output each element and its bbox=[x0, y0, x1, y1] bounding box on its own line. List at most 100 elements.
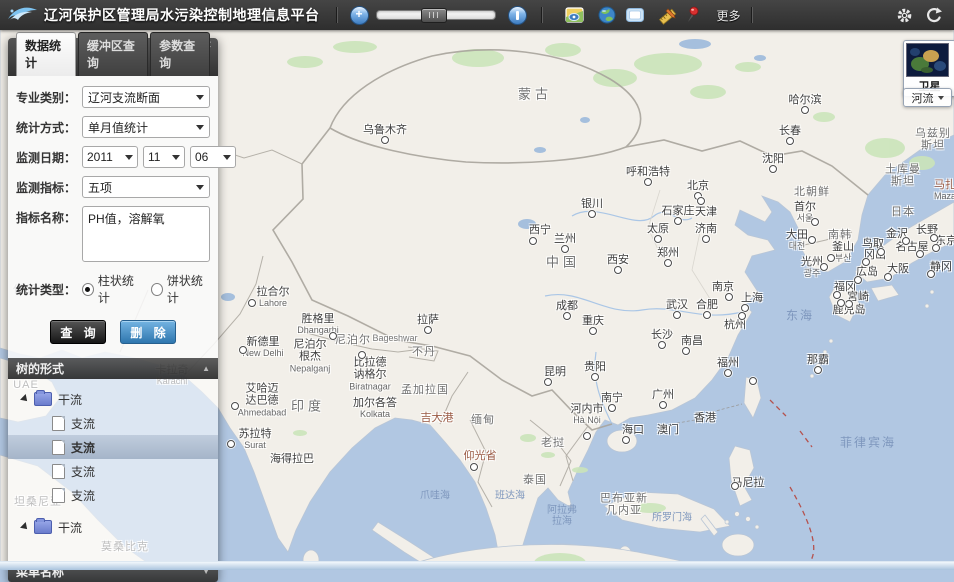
map-label: 澳门 bbox=[657, 424, 679, 436]
map-label: 石家庄 bbox=[662, 205, 695, 217]
page-title: 辽河保护区管理局水污染控制地理信息平台 bbox=[44, 5, 320, 25]
map-label: 上海 bbox=[741, 292, 763, 304]
map-label: 兰州 bbox=[554, 233, 576, 245]
map-label: 太原 bbox=[647, 223, 669, 235]
tab-1[interactable]: 数据统计 bbox=[16, 32, 76, 76]
map-label: 昆明 bbox=[544, 366, 566, 378]
query-button[interactable]: 查 询 bbox=[50, 320, 106, 344]
form-buttons: 查 询 删 除 bbox=[16, 320, 210, 344]
city-marker bbox=[801, 106, 809, 114]
chevron-down-icon bbox=[196, 185, 204, 190]
stat-type-label: 统计类型： bbox=[16, 281, 82, 298]
panel-form: 专业类别： 辽河支流断面 统计方式： 单月值统计 监测日期： 2011 11 0… bbox=[8, 76, 218, 358]
city-marker bbox=[814, 366, 822, 374]
city-marker bbox=[932, 244, 940, 252]
city-marker bbox=[725, 293, 733, 301]
globe-icon[interactable] bbox=[597, 5, 617, 25]
city-marker bbox=[544, 378, 552, 386]
expand-triangle-icon[interactable] bbox=[20, 394, 30, 404]
map-label: 拉合尔Lahore bbox=[257, 286, 290, 308]
year-select[interactable]: 2011 bbox=[82, 146, 138, 168]
map-label: 孟加拉国 bbox=[401, 384, 449, 396]
map-label: 吉大港 bbox=[421, 412, 454, 424]
tree-item[interactable]: 干流 bbox=[8, 387, 218, 411]
delete-button[interactable]: 删 除 bbox=[120, 320, 176, 344]
expand-triangle-icon[interactable] bbox=[20, 522, 30, 532]
map-label: 呼和浩特 bbox=[626, 166, 670, 178]
tab-2[interactable]: 缓冲区查询 bbox=[78, 32, 148, 76]
month-select[interactable]: 11 bbox=[143, 146, 185, 168]
map-label: 沈阳 bbox=[762, 153, 784, 165]
map-label: 广州 bbox=[652, 389, 674, 401]
zoom-slider[interactable] bbox=[376, 10, 496, 20]
tree-section-header[interactable]: 树的形式 ▲ bbox=[8, 358, 218, 379]
tab-3[interactable]: 参数查询 bbox=[150, 32, 210, 76]
collapse-up-icon: ▲ bbox=[202, 364, 210, 373]
rivers-layer-label: 河流 bbox=[912, 90, 934, 106]
document-icon bbox=[52, 440, 65, 455]
map-label: 印度 bbox=[291, 400, 325, 415]
gear-icon[interactable] bbox=[894, 5, 914, 25]
map-label: 阿拉弗拉海 bbox=[547, 505, 577, 527]
indicator-count-label: 监测指标： bbox=[16, 179, 82, 196]
city-marker bbox=[916, 250, 924, 258]
zoom-slider-thumb[interactable] bbox=[421, 8, 447, 23]
category-value: 辽河支流断面 bbox=[88, 89, 160, 106]
city-marker bbox=[591, 373, 599, 381]
zoom-in-button[interactable]: + bbox=[350, 6, 369, 25]
map-label: 银川 bbox=[581, 198, 603, 210]
city-marker bbox=[329, 332, 337, 340]
map-label: 拉萨 bbox=[417, 314, 439, 326]
form-row-indicator-names: 指标名称： PH值，溶解氧 bbox=[16, 206, 210, 262]
city-marker bbox=[927, 270, 935, 278]
date-selects: 2011 11 06 bbox=[82, 146, 236, 168]
map-label: 南京 bbox=[712, 281, 734, 293]
form-row-category: 专业类别： 辽河支流断面 bbox=[16, 86, 210, 108]
map-label: 尼泊尔 bbox=[335, 334, 371, 346]
stat-method-select[interactable]: 单月值统计 bbox=[82, 116, 210, 138]
rivers-layer-button[interactable]: 河流 bbox=[903, 88, 952, 107]
day-select[interactable]: 06 bbox=[190, 146, 236, 168]
tree-item[interactable]: 支流 bbox=[8, 483, 218, 507]
map-label: 福州 bbox=[717, 357, 739, 369]
year-value: 2011 bbox=[87, 150, 113, 164]
map-label: 尼泊尔根杰Nepalganj bbox=[290, 339, 331, 374]
map-label: 长春 bbox=[779, 125, 801, 137]
map-label: 所罗门海 bbox=[652, 512, 692, 523]
city-marker bbox=[820, 263, 828, 271]
map-label: 北朝鲜 bbox=[794, 186, 830, 198]
city-marker bbox=[470, 463, 478, 471]
map-label: 苏拉特Surat bbox=[239, 428, 272, 450]
tree-item[interactable]: 支流 bbox=[8, 459, 218, 483]
category-select[interactable]: 辽河支流断面 bbox=[82, 86, 210, 108]
zoom-full-extent-button[interactable] bbox=[508, 6, 527, 25]
more-menu[interactable]: 更多 bbox=[717, 7, 741, 24]
tree-item[interactable]: 支流 bbox=[8, 435, 218, 459]
city-marker bbox=[658, 341, 666, 349]
pushpin-icon[interactable] bbox=[683, 5, 703, 25]
map-label: 新德里New Delhi bbox=[242, 336, 283, 358]
map-label: 菲律宾海 bbox=[840, 436, 896, 449]
chevron-down-icon bbox=[172, 155, 180, 160]
radio-unselected-icon[interactable] bbox=[151, 283, 163, 296]
logout-icon[interactable] bbox=[924, 5, 944, 25]
screen-icon[interactable] bbox=[625, 5, 645, 25]
radio-selected-icon[interactable] bbox=[82, 283, 94, 296]
tree-item[interactable]: 支流 bbox=[8, 411, 218, 435]
map-label: 西宁 bbox=[529, 224, 551, 236]
map-label: 老挝 bbox=[541, 437, 565, 449]
stat-type-option[interactable]: 饼状统计 bbox=[151, 272, 210, 306]
map-label: 济南 bbox=[695, 223, 717, 235]
overview-map-icon[interactable] bbox=[565, 5, 585, 25]
city-marker bbox=[239, 346, 247, 354]
measure-icon[interactable] bbox=[657, 5, 677, 25]
indicator-count-value: 五项 bbox=[88, 179, 112, 196]
tree-item[interactable]: 干流 bbox=[8, 515, 218, 539]
map-label: 郑州 bbox=[657, 247, 679, 259]
map-label: 马扎Maza bbox=[934, 179, 954, 201]
city-marker bbox=[644, 178, 652, 186]
indicator-count-select[interactable]: 五项 bbox=[82, 176, 210, 198]
indicator-names-input[interactable]: PH值，溶解氧 bbox=[82, 206, 210, 262]
stat-type-option[interactable]: 柱状统计 bbox=[82, 272, 141, 306]
map-label: 缅甸 bbox=[471, 414, 495, 426]
